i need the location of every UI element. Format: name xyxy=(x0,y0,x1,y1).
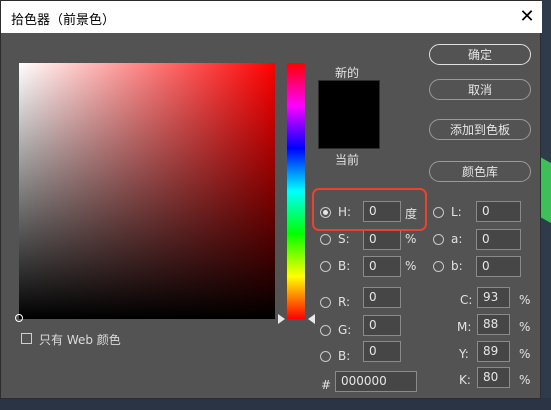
green-input[interactable]: 0 xyxy=(363,315,401,336)
hex-label: # xyxy=(321,378,332,392)
lab-b-radio[interactable] xyxy=(433,261,444,272)
black-label: K: xyxy=(459,373,471,387)
cancel-button[interactable]: 取消 xyxy=(429,79,531,100)
hue-highlight-annotation xyxy=(312,188,427,231)
hue-slider-left-arrow-icon[interactable] xyxy=(278,314,285,324)
color-field-cursor[interactable] xyxy=(15,314,23,322)
new-color-label: 新的 xyxy=(335,66,360,80)
cyan-input[interactable]: 93 xyxy=(477,287,510,308)
lab-b-input[interactable]: 0 xyxy=(476,256,521,277)
hex-input[interactable]: 000000 xyxy=(335,371,417,392)
red-radio[interactable] xyxy=(320,297,331,308)
blue-label: B: xyxy=(338,349,351,363)
lab-l-label: L: xyxy=(451,205,462,219)
blue-input[interactable]: 0 xyxy=(363,341,401,362)
window-title: 拾色器（前景色） xyxy=(11,13,116,28)
color-picker-dialog: 拾色器（前景色） ✕ 只有 Web 颜色 新的 当前 确定 取消 添加到色板 颜… xyxy=(0,0,542,399)
saturation-unit: % xyxy=(405,232,417,246)
yellow-label: Y: xyxy=(459,347,469,361)
saturation-input[interactable]: 0 xyxy=(363,229,401,250)
lab-l-input[interactable]: 0 xyxy=(476,201,521,222)
title-bar: 拾色器（前景色） ✕ xyxy=(1,1,542,33)
background-decoration xyxy=(540,156,551,224)
current-color-label: 当前 xyxy=(335,153,360,167)
lab-a-label: a: xyxy=(451,232,463,246)
background-taskbar xyxy=(0,398,551,410)
hue-slider[interactable] xyxy=(287,63,305,319)
brightness-unit: % xyxy=(405,259,417,273)
lab-a-radio[interactable] xyxy=(433,234,444,245)
red-label: R: xyxy=(338,295,351,309)
cyan-label: C: xyxy=(460,293,473,307)
lab-l-radio[interactable] xyxy=(433,207,444,218)
saturation-radio[interactable] xyxy=(320,234,331,245)
magenta-label: M: xyxy=(457,320,472,334)
black-unit: % xyxy=(519,373,531,387)
green-radio[interactable] xyxy=(320,325,331,336)
yellow-unit: % xyxy=(519,347,531,361)
color-preview-swatch[interactable] xyxy=(318,80,380,149)
only-web-colors-label: 只有 Web 颜色 xyxy=(39,333,121,347)
brightness-input[interactable]: 0 xyxy=(363,256,401,277)
blue-radio[interactable] xyxy=(320,351,331,362)
magenta-input[interactable]: 88 xyxy=(477,314,510,335)
magenta-unit: % xyxy=(519,320,531,334)
only-web-colors-checkbox[interactable] xyxy=(21,333,32,344)
red-input[interactable]: 0 xyxy=(363,287,401,308)
lab-b-label: b: xyxy=(451,259,463,273)
hue-slider-right-arrow-icon[interactable] xyxy=(308,314,315,324)
saturation-label: S: xyxy=(338,232,350,246)
green-label: G: xyxy=(338,323,352,337)
brightness-label: B: xyxy=(338,259,351,273)
brightness-radio[interactable] xyxy=(320,261,331,272)
black-input[interactable]: 80 xyxy=(477,367,510,388)
yellow-input[interactable]: 89 xyxy=(477,341,510,362)
add-to-swatches-button[interactable]: 添加到色板 xyxy=(429,119,531,140)
cyan-unit: % xyxy=(519,293,531,307)
close-icon[interactable]: ✕ xyxy=(515,5,539,29)
lab-a-input[interactable]: 0 xyxy=(476,229,521,250)
color-field[interactable] xyxy=(19,63,275,319)
ok-button[interactable]: 确定 xyxy=(429,44,531,65)
color-libraries-button[interactable]: 颜色库 xyxy=(429,161,531,182)
